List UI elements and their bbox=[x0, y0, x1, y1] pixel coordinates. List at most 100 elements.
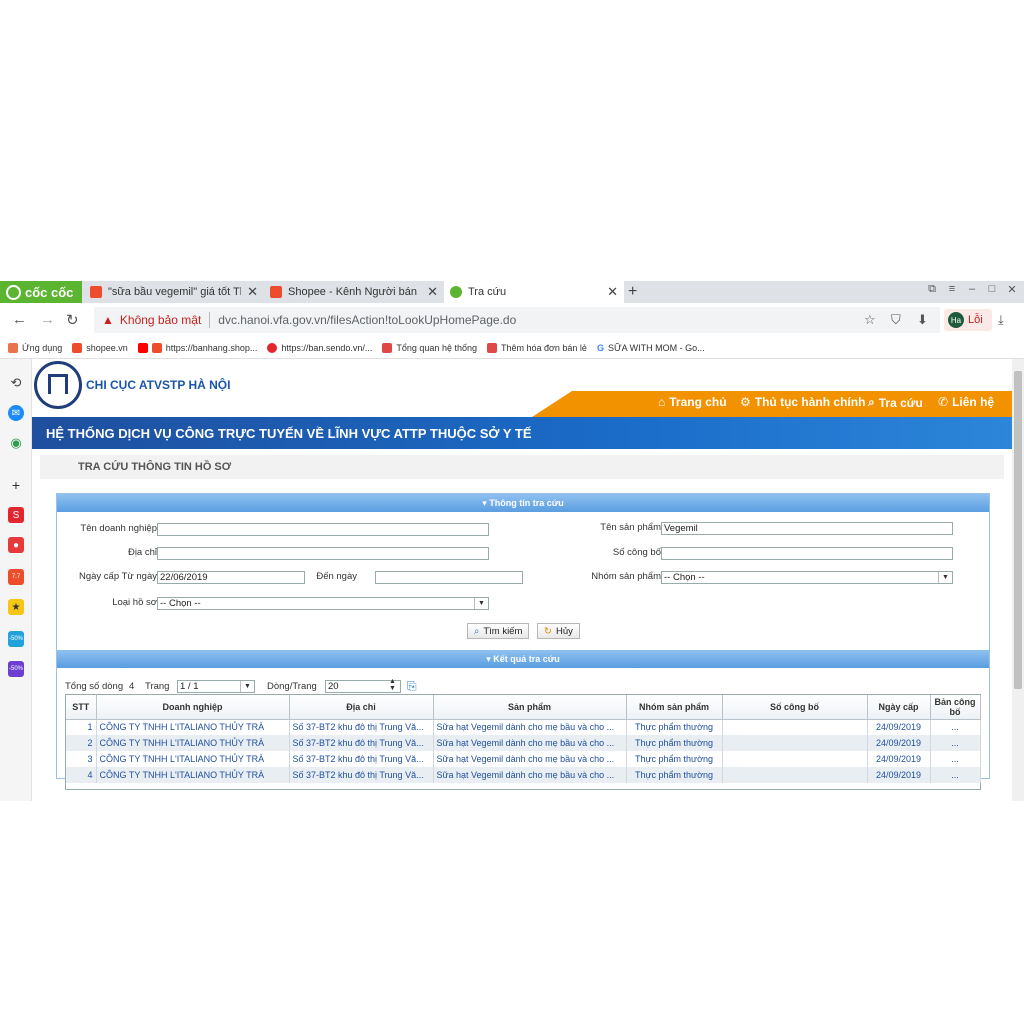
export-icon[interactable]: ⎘ bbox=[407, 679, 417, 694]
table-row[interactable]: 4 CÔNG TY TNHH L'ITALIANO THỦY TRÀ Số 37… bbox=[66, 767, 981, 783]
date-from-input[interactable]: 22/06/2019 bbox=[157, 571, 305, 584]
game-icon[interactable]: ★ bbox=[8, 599, 24, 615]
tab-strip: cốc cốc "sữa bầu vegemil" giá tốt Tháng … bbox=[0, 281, 1024, 303]
tab-tra-cuu[interactable]: Tra cứu ✕ bbox=[444, 281, 624, 303]
col-stt[interactable]: STT bbox=[66, 695, 97, 720]
profile-button[interactable]: Ha Lỗi bbox=[944, 309, 992, 331]
menu-icon[interactable]: ≡ bbox=[944, 283, 960, 296]
dropdown-arrow-icon[interactable]: ▼ bbox=[474, 598, 488, 609]
close-tab-icon[interactable]: ✕ bbox=[607, 284, 618, 300]
nav-contact[interactable]: ✆ Liên hệ bbox=[938, 395, 994, 409]
bookmark-label: SỮA WITH MOM - Go... bbox=[607, 342, 705, 353]
gamepad-icon[interactable]: ◉ bbox=[8, 435, 24, 451]
restore-icon[interactable]: ⧉ bbox=[924, 283, 940, 296]
download-extension-icon[interactable]: ⬇ bbox=[917, 312, 928, 328]
close-tab-icon[interactable]: ✕ bbox=[427, 284, 438, 300]
cell-business[interactable]: CÔNG TY TNHH L'ITALIANO THỦY TRÀ bbox=[96, 767, 290, 783]
agency-name[interactable]: CHI CỤC ATVSTP HÀ NỘI bbox=[86, 378, 230, 392]
cell-address: Số 37-BT2 khu đô thị Trung Vă... bbox=[289, 751, 434, 767]
col-announce[interactable]: Số công bố bbox=[722, 695, 868, 720]
close-tab-icon[interactable]: ✕ bbox=[247, 284, 258, 300]
col-business[interactable]: Doanh nghiệp bbox=[96, 695, 290, 720]
bookmark-overview[interactable]: Tổng quan hệ thống bbox=[382, 342, 477, 353]
cell-stt: 2 bbox=[66, 735, 97, 751]
tab-title: Shopee - Kênh Người bán bbox=[288, 286, 417, 298]
search-section-header[interactable]: ▾ Thông tin tra cứu bbox=[57, 494, 989, 512]
col-product[interactable]: Sản phẩm bbox=[433, 695, 627, 720]
bookmark-google[interactable]: G SỮA WITH MOM - Go... bbox=[597, 343, 705, 353]
cell-group: Thực phẩm thường bbox=[626, 735, 723, 751]
address-input[interactable] bbox=[157, 547, 489, 560]
cell-document-link[interactable]: ... bbox=[930, 735, 981, 751]
doc-type-label: Loại hồ sơ bbox=[112, 597, 157, 608]
shopee-sale-icon[interactable]: 7.7 bbox=[8, 569, 24, 585]
business-input[interactable] bbox=[157, 523, 489, 536]
cell-document-link[interactable]: ... bbox=[930, 751, 981, 767]
forward-icon[interactable]: → bbox=[40, 311, 55, 328]
nav-procedures[interactable]: ⚙ Thủ tục hành chính bbox=[740, 395, 865, 409]
collapse-icon: ▾ bbox=[486, 654, 491, 664]
tab-shopee-seller[interactable]: Shopee - Kênh Người bán ✕ bbox=[264, 281, 444, 303]
close-window-icon[interactable]: ✕ bbox=[1004, 283, 1020, 296]
cell-business[interactable]: CÔNG TY TNHH L'ITALIANO THỦY TRÀ bbox=[96, 751, 290, 767]
shield-icon[interactable]: ⛉ bbox=[891, 312, 901, 328]
results-section-header[interactable]: ▾ Kết quả tra cứu bbox=[57, 650, 989, 668]
col-address[interactable]: Địa chỉ bbox=[289, 695, 434, 720]
bookmark-invoice[interactable]: Thêm hóa đơn bán lẻ bbox=[486, 342, 587, 353]
messenger-icon[interactable]: ✉ bbox=[8, 405, 24, 421]
bookmark-sendo[interactable]: https://ban.sendo.vn/... bbox=[267, 342, 372, 353]
date-to-label: Đến ngày bbox=[316, 571, 357, 582]
lazada-sale-icon[interactable]: -50% bbox=[8, 661, 24, 677]
page-scrollbar[interactable] bbox=[1012, 359, 1024, 801]
address-bar[interactable]: ▲ Không bảo mật dvc.hanoi.vfa.gov.vn/fil… bbox=[94, 307, 940, 333]
minimize-icon[interactable]: – bbox=[964, 283, 980, 296]
nav-home[interactable]: ⌂ Trang chủ bbox=[658, 395, 727, 409]
tab-shopee-search[interactable]: "sữa bầu vegemil" giá tốt Tháng ✕ bbox=[84, 281, 264, 303]
cancel-button[interactable]: ↻ Hủy bbox=[537, 623, 580, 639]
browser-brand[interactable]: cốc cốc bbox=[0, 281, 82, 303]
date-to-input[interactable] bbox=[375, 571, 523, 584]
sendo-icon[interactable]: S bbox=[8, 507, 24, 523]
cell-date: 24/09/2019 bbox=[867, 735, 931, 751]
badge-text: -50% bbox=[8, 636, 23, 642]
nav-lookup[interactable]: ⌕ Tra cứu bbox=[868, 395, 923, 410]
scrollbar-thumb[interactable] bbox=[1014, 371, 1022, 689]
tiki-sale-icon[interactable]: -50% bbox=[8, 631, 24, 647]
cell-document-link[interactable]: ... bbox=[930, 719, 981, 735]
cell-business[interactable]: CÔNG TY TNHH L'ITALIANO THỦY TRÀ bbox=[96, 719, 290, 735]
add-icon[interactable]: + bbox=[8, 477, 24, 493]
new-tab-button[interactable]: + bbox=[628, 281, 637, 303]
reload-icon[interactable]: ↻ bbox=[66, 311, 79, 329]
bookmark-apps[interactable]: Ứng dụng bbox=[8, 342, 62, 353]
table-row[interactable]: 2 CÔNG TY TNHH L'ITALIANO THỦY TRÀ Số 37… bbox=[66, 735, 981, 751]
dropdown-arrow-icon[interactable]: ▼ bbox=[240, 681, 254, 692]
dropdown-arrow-icon[interactable]: ▼ bbox=[938, 572, 952, 583]
maximize-icon[interactable]: □ bbox=[984, 283, 1000, 296]
star-icon[interactable]: ☆ bbox=[864, 312, 876, 328]
col-group[interactable]: Nhóm sản phẩm bbox=[626, 695, 723, 720]
col-document[interactable]: Bản công bố bbox=[930, 695, 981, 720]
browser-window: cốc cốc "sữa bầu vegemil" giá tốt Tháng … bbox=[0, 281, 1024, 801]
group-select[interactable]: -- Chọn -- ▼ bbox=[661, 571, 953, 584]
not-secure-label[interactable]: Không bảo mật bbox=[120, 313, 201, 327]
announce-input[interactable] bbox=[661, 547, 953, 560]
stepper-icon[interactable]: ▲ ▼ bbox=[389, 678, 396, 692]
profile-status: Lỗi bbox=[968, 314, 983, 326]
web-page: CHI CỤC ATVSTP HÀ NỘI ⌂ Trang chủ ⚙ Thủ tụ… bbox=[32, 359, 1012, 801]
bookmark-shopee[interactable]: shopee.vn bbox=[72, 342, 128, 353]
bookmark-banhang[interactable]: https://banhang.shop... bbox=[137, 342, 257, 353]
table-row[interactable]: 3 CÔNG TY TNHH L'ITALIANO THỦY TRÀ Số 37… bbox=[66, 751, 981, 767]
history-icon[interactable]: ⟲ bbox=[8, 375, 24, 391]
search-button[interactable]: ⌕ Tìm kiếm bbox=[467, 623, 530, 639]
col-date[interactable]: Ngày cấp bbox=[867, 695, 931, 720]
doc-type-select[interactable]: -- Chọn -- ▼ bbox=[157, 597, 489, 610]
shop-icon[interactable]: ● bbox=[8, 537, 24, 553]
cell-document-link[interactable]: ... bbox=[930, 767, 981, 783]
page-select[interactable]: 1 / 1 ▼ bbox=[177, 680, 255, 693]
product-input[interactable]: Vegemil bbox=[661, 522, 953, 535]
cell-business[interactable]: CÔNG TY TNHH L'ITALIANO THỦY TRÀ bbox=[96, 735, 290, 751]
back-icon[interactable]: ← bbox=[12, 311, 27, 328]
table-row[interactable]: 1 CÔNG TY TNHH L'ITALIANO THỦY TRÀ Số 37… bbox=[66, 719, 981, 735]
download-icon[interactable]: ⤓ bbox=[998, 312, 1004, 328]
url-text[interactable]: dvc.hanoi.vfa.gov.vn/filesAction!toLookU… bbox=[218, 313, 516, 327]
